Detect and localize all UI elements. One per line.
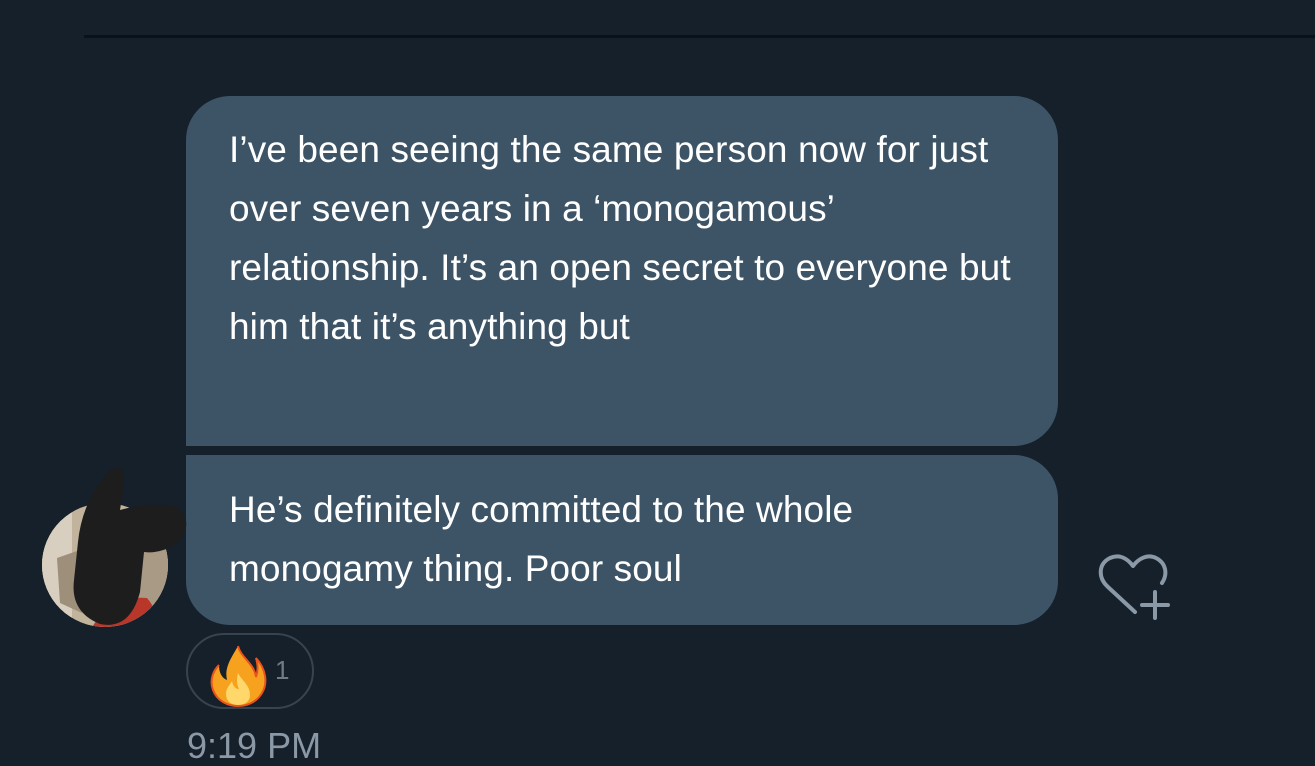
reaction-count: 1 (275, 655, 290, 685)
header-divider (84, 35, 1315, 38)
message-bubble[interactable]: He’s definitely committed to the whole m… (186, 455, 1058, 625)
message-text: He’s definitely committed to the whole m… (229, 489, 854, 589)
message-bubble[interactable]: I’ve been seeing the same person now for… (186, 96, 1058, 446)
add-reaction-button[interactable] (1092, 552, 1174, 622)
fire-emoji-icon (210, 645, 267, 707)
reaction-badge[interactable]: 1 (186, 633, 314, 709)
redaction-scribble (73, 468, 187, 625)
heart-plus-icon (1098, 554, 1170, 620)
message-text: I’ve been seeing the same person now for… (229, 129, 1011, 347)
message-timestamp: 9:19 PM (187, 725, 322, 766)
dm-conversation: I’ve been seeing the same person now for… (0, 0, 1315, 766)
